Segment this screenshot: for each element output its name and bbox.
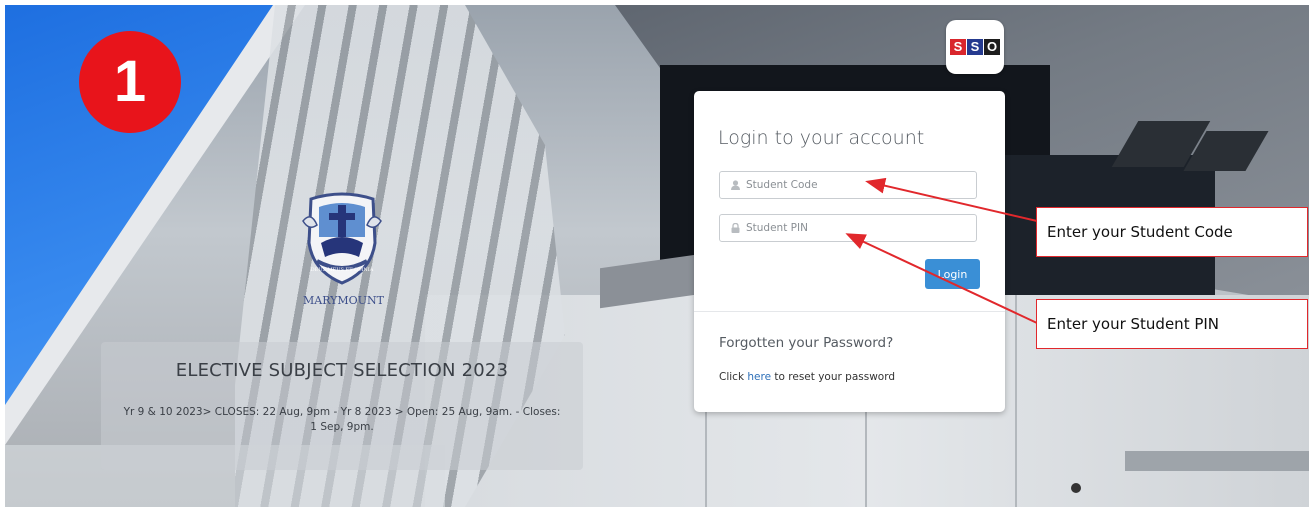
- callout-student-code: Enter your Student Code: [1036, 207, 1308, 257]
- arrow-to-student-code: [865, 177, 1038, 222]
- arrow-to-student-pin: [845, 233, 1038, 324]
- screenshot-stage: 1 DEUS MEUS ET OMNIA MARYMOUNT ELECTIVE …: [5, 5, 1309, 507]
- callout-student-pin: Enter your Student PIN: [1036, 299, 1308, 349]
